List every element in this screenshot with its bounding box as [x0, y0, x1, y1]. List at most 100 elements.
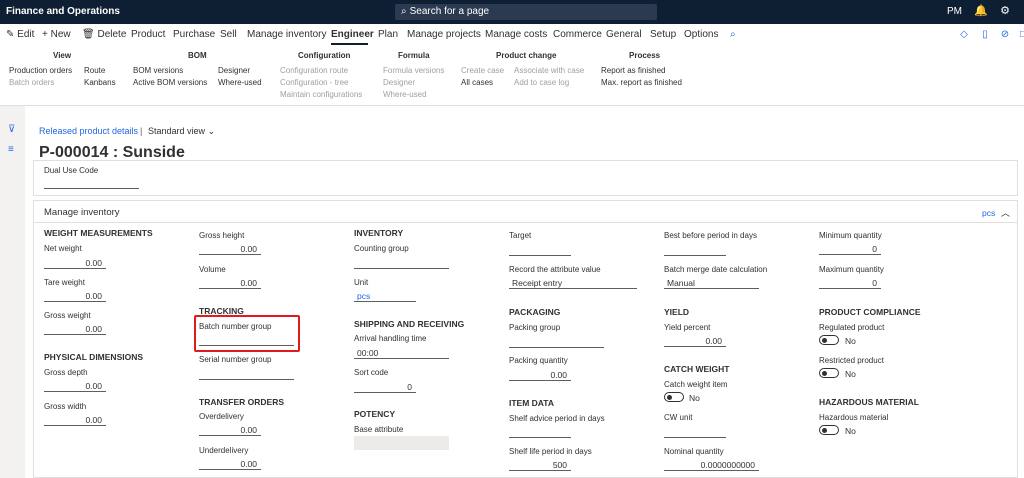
all-cases-button[interactable]: All cases: [461, 78, 493, 87]
formula-designer-button[interactable]: Designer: [383, 78, 415, 87]
sort-code-field[interactable]: 0: [354, 381, 416, 393]
overdelivery-field[interactable]: 0.00: [199, 424, 261, 436]
regulated-product-toggle[interactable]: [819, 335, 839, 345]
maximum-quantity-field[interactable]: 0: [819, 277, 881, 289]
section-title[interactable]: Manage inventory: [44, 207, 120, 218]
underdelivery-field[interactable]: 0.00: [199, 458, 261, 470]
tab-engineer[interactable]: Engineer: [331, 29, 374, 40]
yield-percent-field[interactable]: 0.00: [664, 335, 726, 347]
transfer-orders-header: TRANSFER ORDERS: [199, 397, 285, 407]
toggle-knob: [822, 371, 827, 376]
tab-manage-costs[interactable]: Manage costs: [485, 29, 547, 40]
breadcrumb[interactable]: Released product details: [39, 126, 138, 136]
gross-depth-field[interactable]: 0.00: [44, 380, 106, 392]
gross-width-field[interactable]: 0.00: [44, 414, 106, 426]
tab-manage-projects[interactable]: Manage projects: [407, 29, 481, 40]
target-field[interactable]: [509, 244, 571, 256]
user-initials[interactable]: PM: [947, 6, 962, 17]
route-button[interactable]: Route: [84, 66, 105, 75]
minimum-quantity-field[interactable]: 0: [819, 243, 881, 255]
formula-versions-button[interactable]: Formula versions: [383, 66, 444, 75]
tab-product[interactable]: Product: [131, 29, 165, 40]
tab-general[interactable]: General: [606, 29, 642, 40]
hazardous-material-toggle[interactable]: [819, 425, 839, 435]
menu-icon[interactable]: ≡: [8, 144, 14, 155]
section-divider: [33, 222, 1018, 223]
create-case-button[interactable]: Create case: [461, 66, 504, 75]
batch-merge-field[interactable]: Manual: [664, 277, 759, 289]
maintain-configurations-button[interactable]: Maintain configurations: [280, 90, 362, 99]
search-box[interactable]: ⌕ Search for a page: [395, 4, 657, 20]
best-before-label: Best before period in days: [664, 231, 757, 240]
shelf-life-field[interactable]: 500: [509, 459, 571, 471]
inventory-header: INVENTORY: [354, 228, 404, 238]
unit-field[interactable]: pcs: [354, 290, 416, 302]
shelf-advice-field[interactable]: [509, 426, 571, 438]
expand-icon[interactable]: □: [1017, 29, 1024, 41]
configuration-tree-button[interactable]: Configuration - tree: [280, 78, 348, 87]
chevron-up-icon[interactable]: ︿: [1001, 206, 1010, 219]
search-icon[interactable]: ⌕: [730, 29, 736, 40]
tab-setup[interactable]: Setup: [650, 29, 676, 40]
tab-commerce[interactable]: Commerce: [553, 29, 602, 40]
tab-sell[interactable]: Sell: [220, 29, 237, 40]
view-label: Standard view: [148, 126, 206, 136]
bell-icon[interactable]: 🔔: [974, 4, 988, 18]
gross-height-field[interactable]: 0.00: [199, 243, 261, 255]
batch-orders-button[interactable]: Batch orders: [9, 78, 54, 87]
packaging-header: PACKAGING: [509, 307, 561, 317]
edit-button[interactable]: ✎ Edit: [6, 29, 34, 40]
production-orders-button[interactable]: Production orders: [9, 66, 72, 75]
kanbans-button[interactable]: Kanbans: [84, 78, 116, 87]
unit-link[interactable]: pcs: [982, 208, 995, 218]
where-used-button[interactable]: Where-used: [218, 78, 262, 87]
record-attribute-field[interactable]: Receipt entry: [509, 277, 637, 289]
potency-header: POTENCY: [354, 409, 396, 419]
gross-height-label: Gross height: [199, 231, 245, 240]
formula-where-used-button[interactable]: Where-used: [383, 90, 427, 99]
new-button[interactable]: + New: [42, 29, 71, 40]
packing-group-field[interactable]: [509, 336, 604, 348]
catch-weight-header: CATCH WEIGHT: [664, 364, 730, 374]
gear-icon[interactable]: ⚙: [998, 4, 1012, 18]
tab-manage-inventory[interactable]: Manage inventory: [247, 29, 327, 40]
yield-percent-label: Yield percent: [664, 323, 711, 332]
cw-unit-field[interactable]: [664, 426, 726, 438]
filter-icon[interactable]: ⊽: [8, 124, 15, 135]
arrival-handling-time-field[interactable]: 00:00: [354, 347, 449, 359]
minimum-quantity-label: Minimum quantity: [819, 231, 882, 240]
add-to-case-log-button[interactable]: Add to case log: [514, 78, 569, 87]
packing-quantity-field[interactable]: 0.00: [509, 369, 571, 381]
delete-label: Delete: [97, 29, 127, 40]
tab-options[interactable]: Options: [684, 29, 718, 40]
office-icon[interactable]: ▯: [979, 29, 991, 41]
active-bom-versions-button[interactable]: Active BOM versions: [133, 78, 207, 87]
bom-versions-button[interactable]: BOM versions: [133, 66, 183, 75]
tab-purchase[interactable]: Purchase: [173, 29, 215, 40]
net-weight-field[interactable]: 0.00: [44, 257, 106, 269]
catch-weight-item-toggle[interactable]: [664, 392, 684, 402]
volume-field[interactable]: 0.00: [199, 277, 261, 289]
configuration-route-button[interactable]: Configuration route: [280, 66, 348, 75]
counting-group-field[interactable]: [354, 257, 449, 269]
base-attribute-field[interactable]: [354, 436, 449, 450]
associate-with-case-button[interactable]: Associate with case: [514, 66, 584, 75]
best-before-field[interactable]: [664, 244, 726, 256]
max-report-as-finished-button[interactable]: Max. report as finished: [601, 78, 682, 87]
active-tab-indicator: [331, 43, 368, 45]
restricted-product-toggle[interactable]: [819, 368, 839, 378]
diamond-icon[interactable]: ◇: [958, 29, 970, 41]
dual-use-code-field[interactable]: [44, 177, 139, 189]
attachment-icon[interactable]: ⊘: [999, 29, 1011, 41]
gross-weight-field[interactable]: 0.00: [44, 323, 106, 335]
view-selector[interactable]: Standard view ⌄: [148, 126, 215, 137]
delete-button[interactable]: 🗑 Delete: [82, 29, 126, 40]
tare-weight-field[interactable]: 0.00: [44, 290, 106, 302]
nominal-quantity-field[interactable]: 0.0000000000: [664, 459, 759, 471]
tab-plan[interactable]: Plan: [378, 29, 398, 40]
designer-button[interactable]: Designer: [218, 66, 250, 75]
serial-number-group-field[interactable]: [199, 368, 294, 380]
app-header: Finance and Operations ⌕ Search for a pag…: [0, 0, 1024, 24]
report-as-finished-button[interactable]: Report as finished: [601, 66, 665, 75]
packing-quantity-label: Packing quantity: [509, 356, 568, 365]
